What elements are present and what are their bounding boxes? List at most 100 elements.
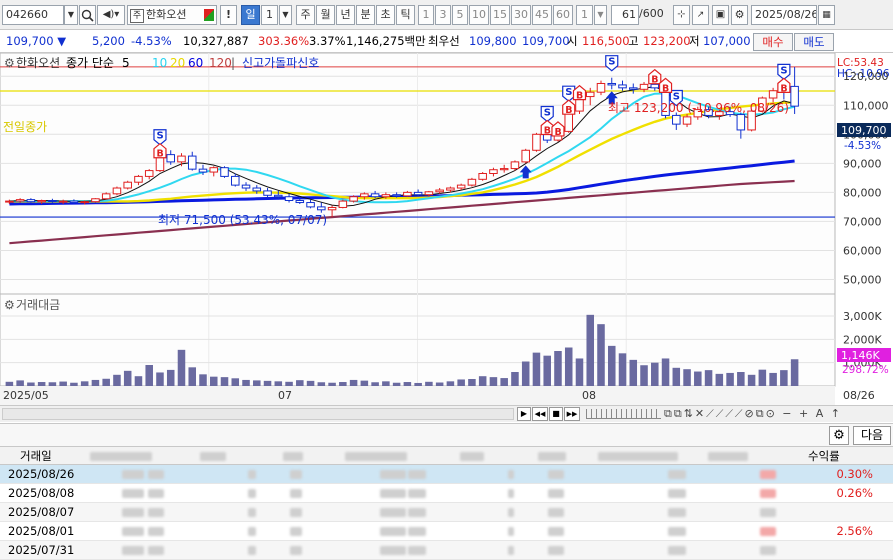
legend-signal: 신고가돌파신호	[242, 56, 319, 70]
candle-body	[682, 116, 692, 125]
candle-body	[446, 187, 455, 191]
calendar-icon[interactable]: ▦	[818, 5, 835, 25]
volume-bar	[629, 359, 638, 386]
current-price: 109,700 ▼	[6, 34, 67, 48]
period-10[interactable]: 10	[469, 5, 489, 25]
volume-bar	[123, 370, 132, 386]
info-button[interactable]: !	[220, 5, 237, 25]
custom-period[interactable]: 1	[576, 5, 593, 25]
tab-tick[interactable]: 틱	[396, 5, 415, 25]
tab-weekly[interactable]: 주	[296, 5, 315, 25]
trade-date-cell: 2025/08/08	[8, 486, 75, 500]
x-label-end: 08/26	[843, 389, 875, 402]
crosshair-icon[interactable]: ⊹	[673, 5, 690, 25]
legend-ma20: 20	[170, 56, 185, 70]
next-button[interactable]: 다음	[853, 426, 891, 445]
trade-date-cell: 2025/07/31	[8, 543, 75, 557]
volume-settings-icon[interactable]: ⚙	[4, 298, 15, 312]
volume-bar	[446, 381, 455, 386]
drawing-tools[interactable]: ⧉⧉⇅✕⟋⟋⟋⟋⊘⧉⊙ − + A ↑	[664, 406, 890, 422]
rewind-button[interactable]: ◀◀	[532, 407, 548, 421]
period-60[interactable]: 60	[553, 5, 573, 25]
stock-name-field[interactable]: 주 한화오션	[127, 5, 217, 25]
volume-bar	[371, 382, 379, 386]
table-row[interactable]: 2025/07/31	[0, 541, 893, 560]
chart-tools-icon[interactable]: ↗	[692, 5, 709, 25]
table-row[interactable]: 2025/08/07	[0, 503, 893, 522]
candle-body	[370, 193, 380, 198]
price-change: 5,200	[92, 34, 125, 48]
table-row[interactable]: 2025/08/26 0.30%	[0, 465, 893, 484]
zoom-slider[interactable]	[586, 409, 661, 419]
candle-body	[607, 82, 617, 86]
tab-second[interactable]: 초	[376, 5, 395, 25]
chart-scrollbar[interactable]	[2, 408, 514, 420]
speaker-icon[interactable]: ◀)▾	[97, 5, 125, 25]
tab-minute[interactable]: 분	[356, 5, 375, 25]
volume-bar	[5, 381, 14, 386]
trade-amount: 1,146,275백만	[346, 34, 426, 48]
settings-icon[interactable]: ⚙	[4, 56, 15, 70]
period-45[interactable]: 45	[532, 5, 552, 25]
stop-button[interactable]: ■	[549, 407, 563, 421]
volume-panel-title: 거래대금	[16, 298, 60, 312]
candle-body	[618, 84, 627, 89]
period-multiplier[interactable]: 1	[261, 5, 278, 25]
legend-ma5: 5	[122, 56, 130, 70]
volume-bar	[769, 372, 777, 386]
code-dropdown-icon[interactable]: ▼	[64, 5, 78, 25]
chart-navigation-bar: ▶ ◀◀ ■ ▶▶ ⧉⧉⇅✕⟋⟋⟋⟋⊘⧉⊙ − + A ↑	[0, 405, 893, 422]
period-1[interactable]: 1	[418, 5, 434, 25]
volume-ratio: 303.36%	[258, 34, 310, 48]
candle-body	[435, 189, 444, 193]
x-label-aug: 08	[582, 389, 596, 402]
svg-text:B: B	[156, 149, 163, 160]
best-quote-label: 최우선	[428, 34, 460, 48]
save-icon[interactable]: ▣	[712, 5, 729, 25]
tab-daily[interactable]: 일	[241, 5, 260, 25]
period-5[interactable]: 5	[452, 5, 468, 25]
period-30[interactable]: 30	[511, 5, 531, 25]
volume-bar	[414, 382, 422, 386]
volume-bar	[468, 379, 476, 386]
stock-chart[interactable]: SSSSSSBB BBBBB B ⚙ 한화오션 종가 단순 5 10 20 60 1…	[0, 53, 893, 406]
table-row[interactable]: 2025/08/08 0.26%	[0, 484, 893, 503]
tab-yearly[interactable]: 년	[336, 5, 355, 25]
volume-bar	[500, 378, 508, 386]
custom-period-dropdown-icon[interactable]: ▼	[594, 5, 607, 25]
svg-text:S: S	[544, 107, 551, 118]
scroll-right-button[interactable]: ▶	[517, 407, 531, 421]
multiplier-dropdown-icon[interactable]: ▼	[279, 5, 292, 25]
volume-tick-label: 2,000K	[843, 333, 882, 346]
search-icon[interactable]	[79, 5, 96, 25]
volume-bar	[747, 374, 756, 386]
volume-bar	[758, 369, 767, 386]
display-count-input[interactable]: 61	[611, 5, 639, 25]
fast-forward-button[interactable]: ▶▶	[564, 407, 580, 421]
candle-body	[220, 167, 229, 177]
stock-code-input[interactable]: 042660	[2, 5, 64, 25]
svg-text:B: B	[544, 125, 551, 136]
buy-button[interactable]: 매수	[753, 33, 793, 51]
tab-monthly[interactable]: 월	[316, 5, 335, 25]
candle-body	[123, 181, 132, 189]
grid-settings-icon[interactable]: ⚙	[829, 426, 849, 445]
period-3[interactable]: 3	[435, 5, 451, 25]
quote-bar: 109,700 ▼ 5,200 -4.53% 10,327,887 303.36…	[0, 31, 893, 53]
candle-body	[295, 200, 305, 204]
volume-bar	[285, 381, 293, 386]
return-cell: 0.30%	[836, 467, 873, 481]
return-cell: 2.56%	[836, 524, 873, 538]
gear-icon[interactable]: ⚙	[731, 5, 748, 25]
chart-toolbar: 042660 ▼ ◀)▾ 주 한화오션 ! 일 1 ▼ 주 월 년 분 초 틱 1…	[0, 0, 893, 30]
date-input[interactable]: 2025/08/26	[751, 5, 817, 25]
volume-bar	[726, 372, 734, 386]
volume-bar	[543, 355, 551, 386]
svg-text:B: B	[780, 83, 787, 94]
volume-bar	[134, 376, 143, 386]
sell-button[interactable]: 매도	[794, 33, 834, 51]
period-15[interactable]: 15	[490, 5, 510, 25]
x-label-may: 2025/05	[3, 389, 49, 402]
table-row[interactable]: 2025/08/01 2.56%	[0, 522, 893, 541]
bid-price: 109,700	[522, 34, 570, 48]
